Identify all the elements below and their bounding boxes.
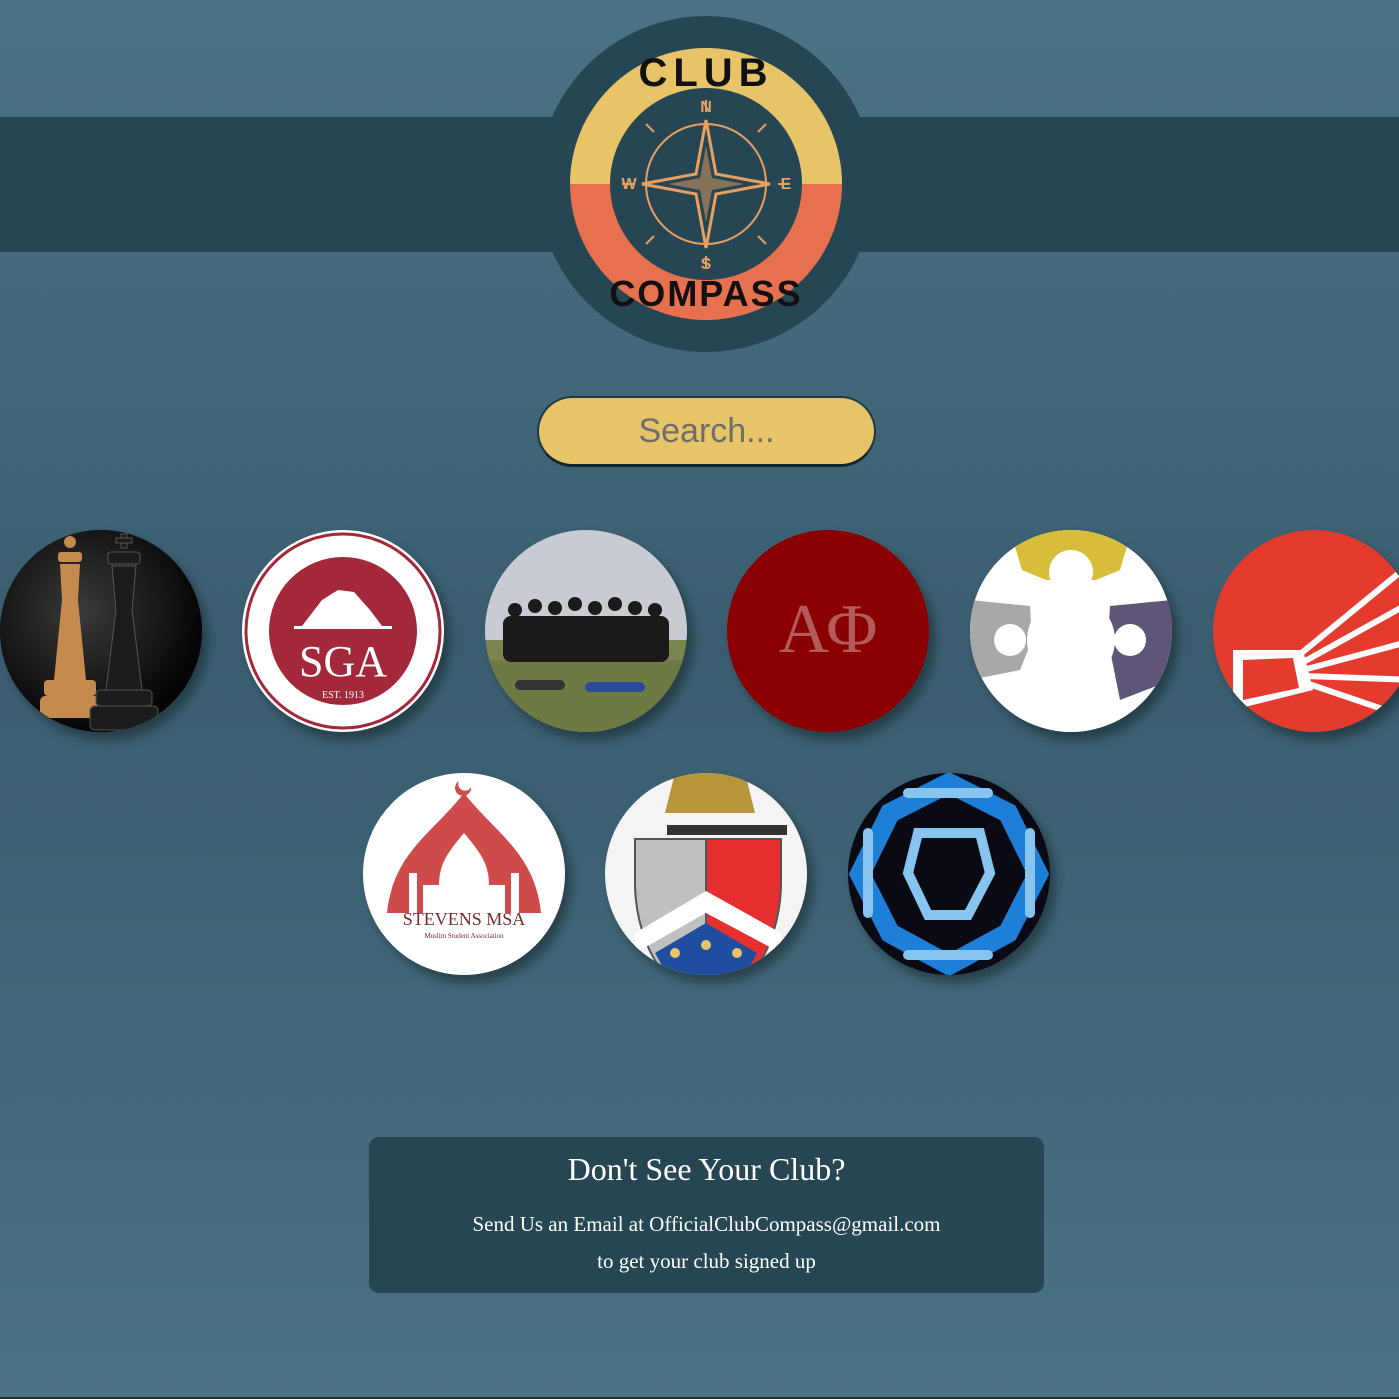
club-chess[interactable] <box>0 530 202 732</box>
club-compass-logo[interactable]: N E S W CLUB COMPASS <box>538 16 874 352</box>
footer-email-line: Send Us an Email at OfficialClubCompass@… <box>472 1212 941 1236</box>
club-team-photo[interactable] <box>485 530 687 732</box>
logo-bottom-text: COMPASS <box>609 273 802 314</box>
logo-south: S <box>701 256 712 273</box>
sga-est: EST. 1913 <box>322 690 364 701</box>
club-megaphone[interactable] <box>1213 530 1399 732</box>
chess-pieces-logo <box>0 530 202 732</box>
logo-top-text: CLUB <box>638 51 773 95</box>
club-sga[interactable]: SGA EST. 1913 <box>242 530 444 732</box>
sga-text: SGA <box>299 637 387 686</box>
logo-west: W <box>621 176 637 193</box>
logo-east: E <box>781 176 792 193</box>
celtic-knot-logo <box>848 773 1050 975</box>
msa-text: STEVENS MSA <box>403 909 526 929</box>
footer-signup-line: to get your club signed up <box>597 1249 816 1273</box>
alpha-phi-logo: ΑΦ <box>727 530 929 732</box>
logo-north: N <box>700 99 712 116</box>
sga-seal-logo: SGA EST. 1913 <box>242 530 444 732</box>
megaphone-logo <box>1213 530 1399 732</box>
gear-puzzle-logo <box>970 530 1172 732</box>
alpha-phi-text: ΑΦ <box>779 591 878 668</box>
footer-card: Don't See Your Club? Send Us an Email at… <box>369 1137 1044 1293</box>
club-alpha-phi[interactable]: ΑΦ <box>727 530 929 732</box>
crest-shield-logo <box>605 773 807 975</box>
msa-mosque-logo: STEVENS MSA Muslim Student Association <box>363 773 565 975</box>
footer-heading: Don't See Your Club? <box>567 1151 846 1187</box>
club-msa[interactable]: STEVENS MSA Muslim Student Association <box>363 773 565 975</box>
club-knot[interactable] <box>848 773 1050 975</box>
team-photo <box>485 530 687 732</box>
club-gear[interactable] <box>970 530 1172 732</box>
club-crest[interactable] <box>605 773 807 975</box>
msa-subtext: Muslim Student Association <box>424 932 504 940</box>
search-input[interactable] <box>537 396 876 467</box>
